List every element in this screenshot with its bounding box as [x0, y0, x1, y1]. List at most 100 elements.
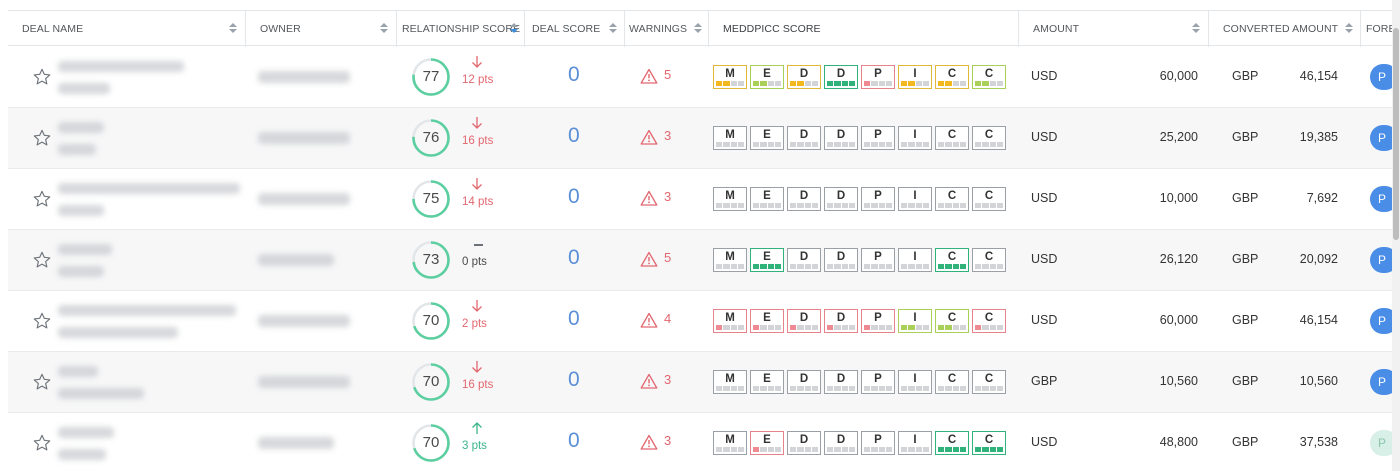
- meddpicc-cell[interactable]: M: [713, 187, 747, 211]
- meddpicc-cell[interactable]: P: [861, 126, 895, 150]
- sort-icon[interactable]: [229, 23, 237, 35]
- meddpicc-cell[interactable]: D: [787, 309, 821, 333]
- meddpicc-cell[interactable]: D: [787, 126, 821, 150]
- meddpicc-cell[interactable]: I: [898, 65, 932, 89]
- meddpicc-cell[interactable]: D: [787, 65, 821, 89]
- meddpicc-cell[interactable]: E: [750, 126, 784, 150]
- table-row[interactable]: 76 16 pts 0 3 M E D D P I C C USD 25,200 GBP 19,385 P: [8, 108, 1398, 169]
- meddpicc-cell[interactable]: I: [898, 187, 932, 211]
- table-row[interactable]: 75 14 pts 0 3 M E D D P I C C USD 10,000 GBP 7,692 P: [8, 169, 1398, 230]
- meddpicc-cell[interactable]: D: [787, 248, 821, 272]
- star-icon[interactable]: [32, 67, 52, 87]
- table-row[interactable]: 73 0 pts 0 5 M E D D P I C C USD 26,120 GBP 20,092 P: [8, 230, 1398, 291]
- column-header-meddpicc[interactable]: MEDDPICC SCORE: [709, 11, 1019, 47]
- column-header-warnings[interactable]: WARNINGS: [625, 11, 709, 47]
- column-header-relationship-score[interactable]: RELATIONSHIP SCORE: [397, 11, 525, 47]
- meddpicc-cell[interactable]: C: [972, 187, 1006, 211]
- deal-name-redacted[interactable]: [58, 244, 112, 255]
- table-row[interactable]: 70 3 pts 0 3 M E D D P I C C USD 48,800 GBP 37,538 P: [8, 413, 1398, 471]
- star-icon[interactable]: [32, 189, 52, 209]
- meddpicc-cell[interactable]: I: [898, 370, 932, 394]
- meddpicc-cell[interactable]: E: [750, 65, 784, 89]
- star-icon[interactable]: [32, 433, 52, 453]
- meddpicc-cell[interactable]: P: [861, 309, 895, 333]
- column-header-amount[interactable]: AMOUNT: [1019, 11, 1209, 47]
- sort-icon[interactable]: [1345, 23, 1353, 35]
- sort-icon[interactable]: [609, 23, 617, 35]
- deal-score-value[interactable]: 0: [568, 368, 580, 392]
- meddpicc-cell[interactable]: I: [898, 431, 932, 455]
- deal-name-redacted[interactable]: [58, 122, 104, 133]
- meddpicc-cell[interactable]: D: [824, 126, 858, 150]
- meddpicc-cell[interactable]: D: [824, 187, 858, 211]
- meddpicc-cell[interactable]: D: [824, 431, 858, 455]
- meddpicc-cell[interactable]: M: [713, 370, 747, 394]
- meddpicc-cell[interactable]: P: [861, 431, 895, 455]
- deal-name-redacted[interactable]: [58, 61, 184, 72]
- meddpicc-cell[interactable]: C: [972, 370, 1006, 394]
- column-header-deal-name[interactable]: DEAL NAME: [8, 11, 246, 47]
- meddpicc-cell[interactable]: E: [750, 431, 784, 455]
- meddpicc-cell[interactable]: C: [935, 187, 969, 211]
- meddpicc-cell[interactable]: D: [824, 370, 858, 394]
- meddpicc-cell[interactable]: C: [972, 248, 1006, 272]
- star-icon[interactable]: [32, 311, 52, 331]
- table-row[interactable]: 77 12 pts 0 5 M E D D P I C C USD 60,000 GBP 46,154 P: [8, 47, 1398, 108]
- meddpicc-cell[interactable]: M: [713, 126, 747, 150]
- meddpicc-cell[interactable]: C: [972, 65, 1006, 89]
- table-row[interactable]: 70 2 pts 0 4 M E D D P I C C USD 60,000 GBP 46,154 P: [8, 291, 1398, 352]
- meddpicc-cell[interactable]: M: [713, 431, 747, 455]
- column-header-deal-score[interactable]: DEAL SCORE: [525, 11, 625, 47]
- vertical-scrollbar[interactable]: [1392, 0, 1400, 471]
- deal-score-value[interactable]: 0: [568, 307, 580, 331]
- deal-score-value[interactable]: 0: [568, 124, 580, 148]
- scrollbar-thumb[interactable]: [1393, 28, 1399, 240]
- meddpicc-cell[interactable]: C: [972, 431, 1006, 455]
- sort-icon[interactable]: [380, 23, 388, 35]
- deal-name-redacted[interactable]: [58, 305, 236, 316]
- sort-icon[interactable]: [694, 23, 702, 35]
- meddpicc-cell[interactable]: D: [787, 431, 821, 455]
- deal-name-redacted[interactable]: [58, 183, 240, 194]
- meddpicc-cell[interactable]: M: [713, 309, 747, 333]
- deal-score-value[interactable]: 0: [568, 185, 580, 209]
- deal-name-redacted[interactable]: [58, 427, 114, 438]
- meddpicc-cell[interactable]: I: [898, 126, 932, 150]
- meddpicc-cell[interactable]: P: [861, 65, 895, 89]
- meddpicc-cell[interactable]: E: [750, 248, 784, 272]
- meddpicc-cell[interactable]: P: [861, 187, 895, 211]
- meddpicc-cell[interactable]: P: [861, 248, 895, 272]
- table-row[interactable]: 70 16 pts 0 3 M E D D P I C C GBP 10,560 GBP 10,560 P: [8, 352, 1398, 413]
- meddpicc-cell[interactable]: I: [898, 309, 932, 333]
- meddpicc-cell[interactable]: C: [935, 431, 969, 455]
- column-header-forecast[interactable]: FORE: [1361, 11, 1392, 47]
- meddpicc-cell[interactable]: M: [713, 65, 747, 89]
- meddpicc-cell[interactable]: D: [787, 370, 821, 394]
- deal-score-value[interactable]: 0: [568, 246, 580, 270]
- meddpicc-cell[interactable]: C: [935, 370, 969, 394]
- star-icon[interactable]: [32, 128, 52, 148]
- sort-icon[interactable]: [1192, 23, 1200, 35]
- star-icon[interactable]: [32, 372, 52, 392]
- deal-score-value[interactable]: 0: [568, 63, 580, 87]
- meddpicc-cell[interactable]: D: [824, 65, 858, 89]
- meddpicc-cell[interactable]: C: [935, 309, 969, 333]
- column-header-converted-amount[interactable]: CONVERTED AMOUNT: [1209, 11, 1361, 47]
- meddpicc-cell[interactable]: C: [935, 248, 969, 272]
- sort-icon[interactable]: [510, 23, 518, 35]
- meddpicc-cell[interactable]: I: [898, 248, 932, 272]
- deal-score-value[interactable]: 0: [568, 429, 580, 453]
- meddpicc-cell[interactable]: C: [935, 65, 969, 89]
- meddpicc-cell[interactable]: M: [713, 248, 747, 272]
- meddpicc-cell[interactable]: D: [787, 187, 821, 211]
- meddpicc-cell[interactable]: D: [824, 309, 858, 333]
- deal-name-redacted[interactable]: [58, 366, 98, 377]
- star-icon[interactable]: [32, 250, 52, 270]
- column-header-owner[interactable]: OWNER: [246, 11, 397, 47]
- meddpicc-cell[interactable]: C: [972, 126, 1006, 150]
- meddpicc-cell[interactable]: E: [750, 309, 784, 333]
- meddpicc-cell[interactable]: E: [750, 370, 784, 394]
- meddpicc-cell[interactable]: E: [750, 187, 784, 211]
- meddpicc-cell[interactable]: C: [935, 126, 969, 150]
- meddpicc-cell[interactable]: D: [824, 248, 858, 272]
